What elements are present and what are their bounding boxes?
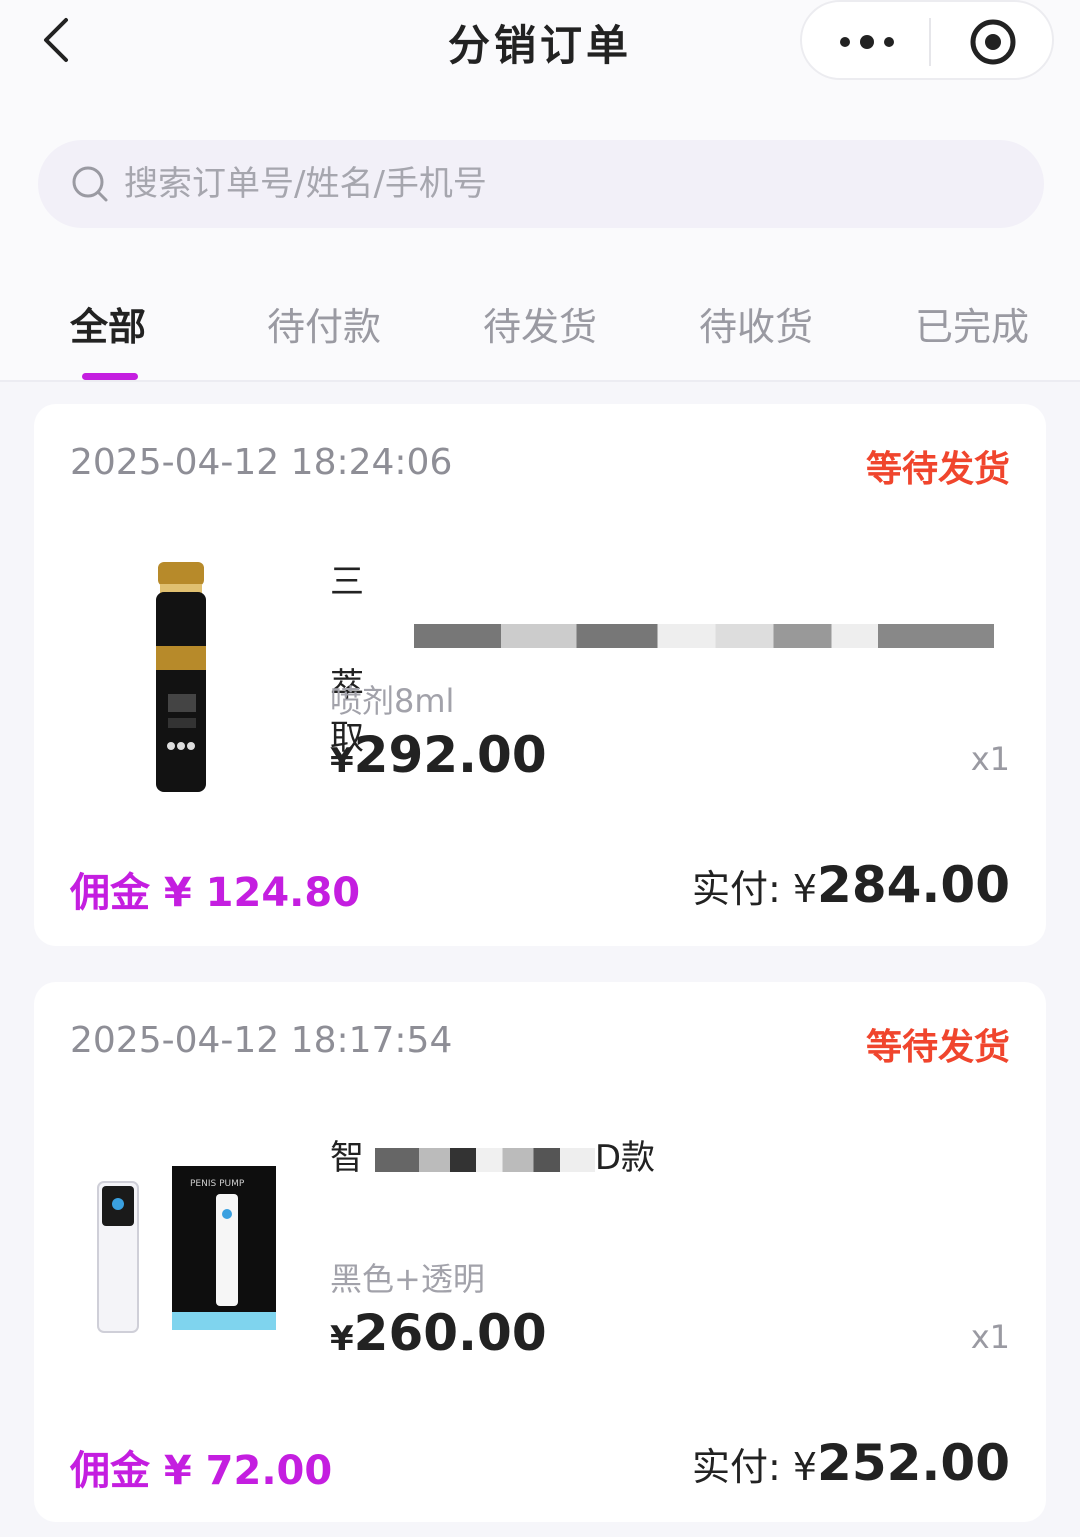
product-spec: 喷剂8ml (330, 682, 455, 720)
commission-amount: 佣金 ¥ 124.80 (70, 870, 361, 916)
tab-pending-receipt[interactable]: 待收货 (666, 296, 846, 356)
capsule-divider (929, 18, 931, 66)
commission-amount: 佣金 ¥ 72.00 (70, 1448, 333, 1494)
redacted-text (414, 623, 994, 648)
order-time: 2025-04-12 18:17:54 (70, 1020, 453, 1061)
more-button[interactable] (832, 20, 902, 64)
tab-pending-shipment[interactable]: 待发货 (450, 296, 630, 356)
product-spec: 黑色+透明 (330, 1260, 485, 1298)
redacted-text (374, 1147, 595, 1172)
price-currency: ¥ (330, 741, 354, 781)
product-image: PENIS PUMP (97, 1166, 276, 1333)
product-name-end: D款 (594, 1138, 655, 1178)
product-name-start: 三 (330, 562, 364, 602)
navigation-bar: 分销订单 (0, 0, 1080, 100)
order-status: 等待发货 (865, 449, 1010, 490)
product-quantity: x1 (970, 740, 1010, 778)
search-box[interactable] (38, 140, 1044, 228)
paid-amount: 实付: ¥284.00 (692, 856, 1010, 914)
paid-label: 实付: ¥ (691, 1445, 818, 1489)
order-status-tabs: 全部 待付款 待发货 待收货 已完成 (0, 270, 1080, 382)
product-image (156, 562, 206, 792)
more-dots-icon (840, 35, 894, 49)
product-quantity: x1 (970, 1318, 1010, 1356)
target-icon (970, 19, 1016, 65)
search-input[interactable] (124, 154, 1004, 214)
mini-program-capsule (800, 0, 1054, 80)
search-icon (72, 166, 108, 202)
paid-value: 252.00 (817, 1434, 1010, 1492)
order-time: 2025-04-12 18:24:06 (70, 442, 453, 483)
price-currency: ¥ (330, 1319, 354, 1359)
tab-completed[interactable]: 已完成 (882, 296, 1062, 356)
product-name: 智 D款 (330, 1132, 1010, 1184)
active-tab-indicator (82, 373, 138, 380)
close-mini-program-button[interactable] (967, 16, 1019, 68)
price-value: 260.00 (353, 1304, 547, 1362)
product-name-start: 智 (330, 1138, 364, 1178)
tab-all[interactable]: 全部 (18, 296, 198, 356)
order-card[interactable]: 2025-04-12 18:24:06 等待发货 三 萃 取 喷剂8ml ¥29… (34, 404, 1046, 946)
paid-amount: 实付: ¥252.00 (692, 1434, 1010, 1492)
tab-pending-payment[interactable]: 待付款 (234, 296, 414, 356)
order-card[interactable]: 2025-04-12 18:17:54 等待发货 PENIS PUMP 智 D款… (34, 982, 1046, 1522)
product-price: ¥260.00 (330, 1304, 547, 1362)
svg-text:PENIS PUMP: PENIS PUMP (190, 1179, 245, 1189)
price-value: 292.00 (353, 726, 547, 784)
order-status: 等待发货 (865, 1027, 1010, 1068)
paid-value: 284.00 (817, 856, 1010, 914)
product-price: ¥292.00 (330, 726, 547, 784)
paid-label: 实付: ¥ (691, 867, 818, 911)
